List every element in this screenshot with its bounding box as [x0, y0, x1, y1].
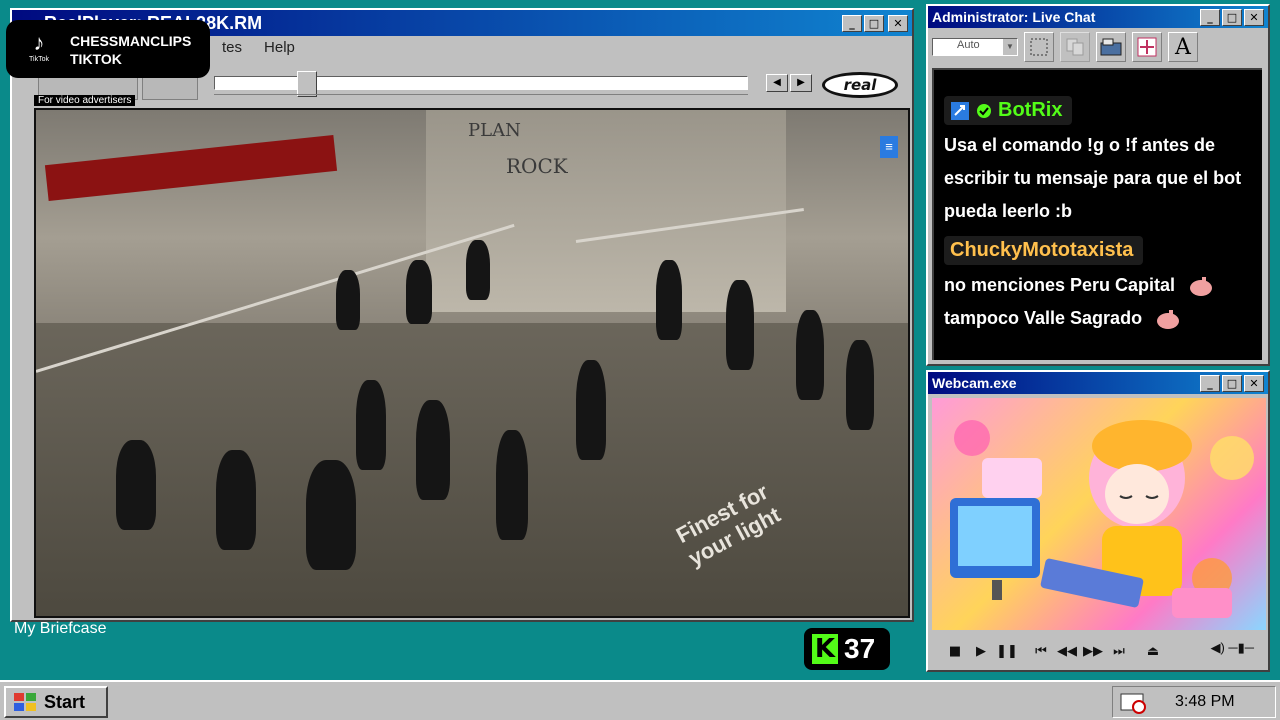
- video-person: [656, 260, 682, 340]
- chat-message-text: no menciones Peru Capital: [944, 275, 1176, 295]
- video-person: [796, 310, 824, 400]
- stop-icon[interactable]: ■: [944, 644, 966, 659]
- pointing-hand-icon: [1190, 277, 1213, 297]
- chat-message: BotRix Usa el comando !g o !f antes de e…: [944, 76, 1254, 228]
- anime-streamer-illustration: [950, 420, 1254, 618]
- fast-forward-icon[interactable]: ▶▶: [1082, 644, 1104, 659]
- close-button[interactable]: ✕: [1244, 374, 1264, 392]
- maximize-button[interactable]: □: [864, 14, 884, 32]
- previous-track-icon[interactable]: ⏮: [1030, 644, 1052, 659]
- chat-toolbar: Auto ▼ A: [928, 28, 1268, 66]
- fast-forward-button[interactable]: ▶: [790, 74, 812, 92]
- chat-message-line: tampoco Valle Sagrado: [944, 302, 1254, 335]
- kick-viewer-counter: K 37: [804, 628, 890, 670]
- kick-logo-icon: K: [812, 634, 838, 664]
- webcam-title: Webcam.exe: [932, 375, 1017, 391]
- chat-username[interactable]: ChuckyMototaxista: [950, 239, 1133, 262]
- webcam-image: [932, 398, 1266, 630]
- menu-favorites[interactable]: tes: [220, 39, 244, 56]
- tiktok-channel: CHESSMANCLIPS TIKTOK: [70, 32, 191, 68]
- start-button[interactable]: Start: [4, 686, 108, 718]
- next-track-icon[interactable]: ⏭: [1108, 644, 1130, 659]
- tiktok-badge: ♪ TikTok CHESSMANCLIPS TIKTOK: [6, 20, 210, 78]
- clock[interactable]: 3:48 PM: [1175, 693, 1235, 711]
- chat-message-line: no menciones Peru Capital: [944, 269, 1254, 302]
- folder-icon[interactable]: [1096, 32, 1126, 62]
- live-chat-titlebar[interactable]: Administrator: Live Chat _ □ ✕: [928, 6, 1268, 28]
- chat-username-badge: ChuckyMototaxista: [944, 236, 1144, 265]
- webcam-titlebar[interactable]: Webcam.exe _ □ ✕: [928, 372, 1268, 394]
- ad-label[interactable]: For video advertisers: [34, 95, 136, 106]
- resize-icon[interactable]: [1132, 32, 1162, 62]
- system-tray: 3:48 PM: [1112, 686, 1276, 718]
- real-logo: real: [822, 72, 898, 98]
- tiktok-name-line1: CHESSMANCLIPS: [70, 33, 192, 49]
- maximize-button[interactable]: □: [1222, 374, 1242, 392]
- video-person: [726, 280, 754, 370]
- pointing-hand-icon: [1157, 310, 1180, 330]
- windows-logo-icon: [14, 693, 36, 711]
- taskbar: Start 3:48 PM: [0, 680, 1280, 720]
- minimize-button[interactable]: _: [842, 14, 862, 32]
- media-controls: ■ ▶ ❚❚ ⏮ ◀◀ ▶▶ ⏭ ⏏ ◀) ─▮─: [932, 634, 1266, 668]
- chat-message-text: tampoco Valle Sagrado: [944, 308, 1143, 328]
- chat-message-text: Usa el comando !g o !f antes de escribir…: [944, 135, 1242, 221]
- zoom-select[interactable]: Auto ▼: [932, 38, 1018, 56]
- video-person: [846, 340, 874, 430]
- video-area[interactable]: PLAN ROCK Finest for your light ≡: [34, 108, 910, 618]
- seek-scale: [214, 94, 748, 98]
- select-icon[interactable]: [1024, 32, 1054, 62]
- verified-icon: [977, 103, 991, 118]
- close-button[interactable]: ✕: [1244, 8, 1264, 26]
- video-person: [116, 440, 156, 530]
- tiktok-logo-label: TikTok: [29, 56, 49, 63]
- video-graffiti-rock: ROCK: [506, 154, 568, 178]
- tiktok-name-line2: TIKTOK: [70, 51, 122, 67]
- video-person: [356, 380, 386, 470]
- maximize-button[interactable]: □: [1222, 8, 1242, 26]
- video-person: [496, 430, 528, 540]
- minimize-button[interactable]: _: [1200, 374, 1220, 392]
- minimize-button[interactable]: _: [1200, 8, 1220, 26]
- chat-username-badge: BotRix: [944, 96, 1073, 125]
- video-person: [306, 460, 356, 570]
- font-icon[interactable]: A: [1168, 32, 1198, 62]
- video-person: [466, 240, 490, 300]
- video-person: [406, 260, 432, 324]
- eject-icon[interactable]: ⏏: [1142, 644, 1164, 659]
- my-briefcase-label[interactable]: My Briefcase: [14, 620, 106, 638]
- scheduler-icon: [1120, 693, 1146, 714]
- pause-icon[interactable]: ❚❚: [996, 644, 1018, 659]
- live-chat-title: Administrator: Live Chat: [932, 9, 1096, 25]
- start-label: Start: [44, 691, 86, 712]
- chat-message: ChuckyMototaxista no menciones Peru Capi…: [944, 228, 1254, 335]
- copy-icon[interactable]: [1060, 32, 1090, 62]
- video-graffiti-plan: PLAN: [468, 120, 521, 141]
- chat-username[interactable]: BotRix: [998, 99, 1062, 122]
- menu-help[interactable]: Help: [262, 39, 297, 56]
- chevron-down-icon[interactable]: ▼: [1003, 39, 1017, 55]
- webcam-window: Webcam.exe _ □ ✕ ■ ▶ ❚❚ ⏮ ◀◀ ▶▶ ⏭ ⏏ ◀) ─…: [926, 370, 1270, 672]
- zoom-value: Auto: [957, 39, 980, 51]
- seek-bar[interactable]: [214, 71, 748, 97]
- volume-icon[interactable]: ◀) ─▮─: [1210, 640, 1254, 656]
- video-person: [576, 360, 606, 460]
- realplayer-window: RealPlayer: REAL28K.RM _ □ ✕ tes Help ◀ …: [10, 8, 914, 622]
- bot-icon: [951, 101, 969, 120]
- kick-viewer-count: 37: [844, 633, 876, 664]
- video-menu-icon[interactable]: ≡: [880, 136, 898, 158]
- live-chat-window: Administrator: Live Chat _ □ ✕ Auto ▼ A: [926, 4, 1270, 366]
- video-person: [336, 270, 360, 330]
- chat-messages[interactable]: BotRix Usa el comando !g o !f antes de e…: [932, 68, 1262, 360]
- tiktok-logo: ♪ TikTok: [16, 30, 62, 70]
- rewind-icon[interactable]: ◀◀: [1056, 644, 1078, 659]
- close-button[interactable]: ✕: [888, 14, 908, 32]
- video-person: [416, 400, 450, 500]
- play-icon[interactable]: ▶: [970, 644, 992, 659]
- video-person: [216, 450, 256, 550]
- rewind-button[interactable]: ◀: [766, 74, 788, 92]
